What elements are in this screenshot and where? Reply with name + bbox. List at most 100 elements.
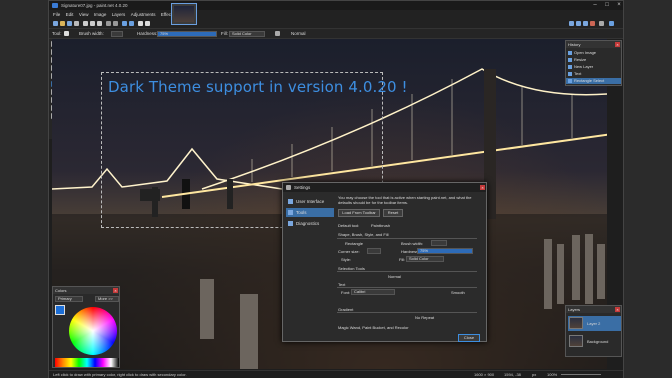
close-window-button[interactable]: × <box>613 1 625 10</box>
paintbrush-icon[interactable] <box>64 31 69 36</box>
status-hint: Left click to draw with primary color, r… <box>53 372 187 377</box>
cursor-position: 1594, -38 <box>504 372 521 377</box>
font-dropdown[interactable]: Calibri <box>351 289 395 295</box>
save-icon[interactable] <box>67 21 72 26</box>
settings-close-button[interactable]: Close <box>458 334 480 342</box>
nav-diagnostics[interactable]: Diagnostics <box>286 219 334 228</box>
unit-dropdown[interactable]: px <box>532 372 536 377</box>
menu-file[interactable]: File <box>53 10 60 19</box>
shape-dropdown[interactable]: Rectangle <box>345 241 363 246</box>
color-mode-dropdown[interactable]: Primary <box>55 296 83 302</box>
more-colors-button[interactable]: More >> <box>95 296 119 302</box>
brush-width-field[interactable] <box>111 31 123 37</box>
colors-title: Colors <box>53 287 119 294</box>
font-label: Font: <box>341 290 351 295</box>
menu-bar: File Edit View Image Layers Adjustments … <box>49 10 623 19</box>
fill-label: Fill: <box>221 31 228 36</box>
print-icon[interactable] <box>74 21 79 26</box>
history-item[interactable]: Open Image <box>566 50 621 56</box>
color-wheel[interactable] <box>69 307 117 355</box>
layer-thumbnail <box>569 335 583 347</box>
load-from-toolbar-button[interactable]: Load From Toolbar <box>338 209 380 217</box>
settings-hardness-slider[interactable]: 75% <box>417 248 473 254</box>
history-window-icon[interactable] <box>576 21 581 26</box>
blend-mode-dropdown[interactable]: Normal <box>291 31 306 36</box>
menu-edit[interactable]: Edit <box>66 10 74 19</box>
text-history-icon <box>568 72 572 76</box>
layers-close-icon[interactable]: × <box>615 307 620 312</box>
document-thumbnail-image <box>174 6 194 22</box>
layer-item-selected[interactable]: Layer 2 <box>568 316 621 331</box>
history-item-selected[interactable]: Rectangle Select <box>566 78 621 84</box>
menu-adjustments[interactable]: Adjustments <box>131 10 156 19</box>
history-item[interactable]: Resize <box>566 57 621 63</box>
open-icon[interactable] <box>60 21 65 26</box>
menu-layers[interactable]: Layers <box>112 10 126 19</box>
layers-window-icon[interactable] <box>583 21 588 26</box>
user-interface-icon <box>288 199 293 204</box>
colors-window-icon[interactable] <box>590 21 595 26</box>
settings-brush-width-field[interactable] <box>431 240 447 246</box>
hardness-slider[interactable]: 75% <box>157 31 217 37</box>
corner-size-field[interactable] <box>367 248 381 254</box>
history-close-icon[interactable]: × <box>615 42 620 47</box>
fill-dropdown[interactable]: Solid Color <box>229 31 265 37</box>
brush-width-label: Brush width: <box>79 31 104 36</box>
layers-panel: Layers × Layer 2 Background <box>565 305 622 357</box>
toolbar <box>49 19 623 29</box>
default-tool-dropdown[interactable]: Paintbrush <box>371 223 390 228</box>
maximize-button[interactable]: □ <box>601 1 613 10</box>
paste-icon[interactable] <box>97 21 102 26</box>
corner-size-label: Corner size: <box>338 249 360 254</box>
deselect-icon[interactable] <box>113 21 118 26</box>
copy-icon[interactable] <box>90 21 95 26</box>
paintnet-logo-icon <box>52 3 58 8</box>
nav-user-interface[interactable]: User Interface <box>286 197 334 206</box>
window-title: Signature07.jpg - paint.net 4.0.20 <box>61 3 128 8</box>
selection-mode-dropdown[interactable]: Normal <box>388 274 401 279</box>
document-tab-thumbnail[interactable] <box>171 3 197 25</box>
zoom-slider[interactable] <box>561 374 601 375</box>
minimize-button[interactable]: – <box>589 1 601 10</box>
colors-close-icon[interactable]: × <box>113 288 118 293</box>
new-icon[interactable] <box>53 21 58 26</box>
reset-button[interactable]: Reset <box>383 209 403 217</box>
cut-icon[interactable] <box>83 21 88 26</box>
primary-color-swatch[interactable] <box>55 305 65 315</box>
settings-dialog: Settings × User Interface Tools Diagnost… <box>282 182 487 342</box>
grid-icon[interactable] <box>138 21 143 26</box>
ruler-icon[interactable] <box>145 21 150 26</box>
headline-text: Dark Theme support in version 4.0.20 ! <box>108 78 408 96</box>
tools-window-icon[interactable] <box>569 21 574 26</box>
settings-title-bar: Settings × <box>283 183 486 192</box>
redo-icon[interactable] <box>129 21 134 26</box>
zoom-level[interactable]: 100% <box>547 372 557 377</box>
menu-view[interactable]: View <box>79 10 89 19</box>
default-tool-label: Default tool: <box>338 223 360 228</box>
settings-gear-icon[interactable] <box>599 21 604 26</box>
color-palette[interactable] <box>55 358 119 367</box>
settings-close-icon[interactable]: × <box>480 185 485 190</box>
nav-tools[interactable]: Tools <box>286 208 334 217</box>
antialias-icon[interactable] <box>275 31 280 36</box>
history-item[interactable]: Text <box>566 71 621 77</box>
history-panel: History × Open Image Resize New Layer Te… <box>565 40 622 86</box>
new-layer-icon <box>568 65 572 69</box>
settings-fill-dropdown[interactable]: Solid Color <box>406 256 444 262</box>
repeat-dropdown[interactable]: No Repeat <box>415 315 434 320</box>
divider <box>337 271 477 272</box>
settings-fill-label: Fill: <box>399 257 406 262</box>
divider <box>337 287 477 288</box>
layers-title: Layers <box>566 306 621 313</box>
crop-icon[interactable] <box>106 21 111 26</box>
undo-icon[interactable] <box>122 21 127 26</box>
style-label: Style: <box>341 257 352 262</box>
layer-item[interactable]: Background <box>568 334 621 349</box>
settings-icon <box>286 185 291 190</box>
divider <box>337 238 477 239</box>
help-icon[interactable] <box>609 21 614 26</box>
menu-image[interactable]: Image <box>94 10 107 19</box>
history-item[interactable]: New Layer <box>566 64 621 70</box>
hardness-label: Hardness: <box>137 31 158 36</box>
smooth-dropdown[interactable]: Smooth <box>451 290 465 295</box>
